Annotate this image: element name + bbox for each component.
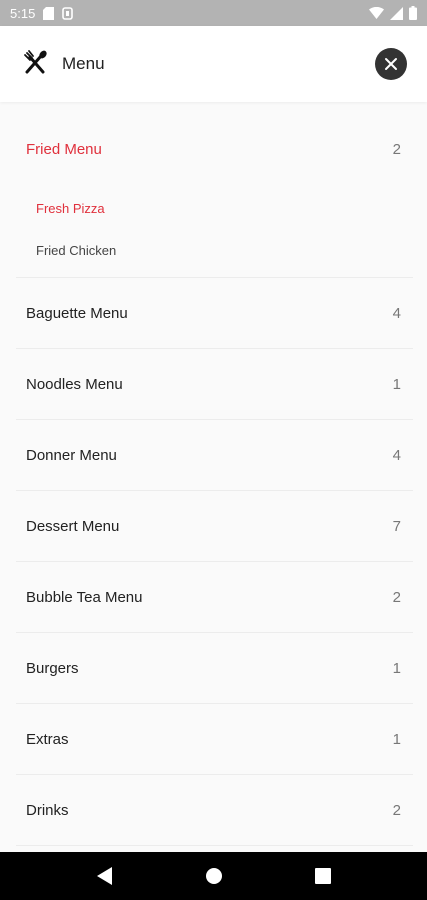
recents-icon (314, 868, 331, 884)
category-label: Extras (26, 730, 69, 748)
page-title: Menu (62, 54, 105, 73)
category-count: 2 (392, 141, 401, 158)
category-count: 4 (392, 304, 401, 322)
category-count: 2 (392, 588, 401, 606)
category-count: 4 (392, 446, 401, 464)
subcategory-fresh-pizza[interactable]: Fresh Pizza (16, 187, 413, 229)
subcategory-fried-chicken[interactable]: Fried Chicken (16, 229, 413, 271)
system-nav-bar (0, 852, 427, 900)
category-label: Baguette Menu (26, 304, 128, 322)
category-fried-menu: Fried Menu 2 Fresh Pizza Fried Chicken (16, 112, 413, 278)
notification-icon (62, 6, 74, 20)
category-label: Burgers (26, 659, 79, 677)
home-icon (205, 868, 222, 884)
category-donner-menu[interactable]: Donner Menu 4 (16, 420, 413, 491)
home-button[interactable] (194, 856, 234, 896)
battery-icon (409, 6, 417, 20)
category-count: 1 (392, 375, 401, 393)
category-header-fried-menu[interactable]: Fried Menu 2 (16, 112, 413, 187)
recents-button[interactable] (303, 856, 343, 896)
category-count: 2 (392, 801, 401, 819)
category-drinks[interactable]: Drinks 2 (16, 775, 413, 846)
close-button[interactable] (375, 48, 407, 80)
status-bar: 5:15 (0, 0, 427, 26)
category-label: Fried Menu (26, 141, 102, 158)
category-noodles-menu[interactable]: Noodles Menu 1 (16, 349, 413, 420)
wifi-icon (369, 7, 384, 19)
category-label: Noodles Menu (26, 375, 123, 393)
category-count: 1 (392, 730, 401, 748)
category-count: 1 (392, 659, 401, 677)
fork-spoon-icon (22, 49, 48, 80)
back-button[interactable] (85, 856, 125, 896)
close-icon (385, 58, 397, 70)
signal-icon (390, 6, 403, 20)
menu-header: Menu (0, 26, 427, 102)
category-burgers[interactable]: Burgers 1 (16, 633, 413, 704)
category-label: Dessert Menu (26, 517, 120, 535)
category-label: Drinks (26, 801, 69, 819)
category-extras[interactable]: Extras 1 (16, 704, 413, 775)
category-baguette-menu[interactable]: Baguette Menu 4 (16, 278, 413, 349)
category-dessert-menu[interactable]: Dessert Menu 7 (16, 491, 413, 562)
back-icon (96, 867, 112, 885)
status-time: 5:15 (10, 5, 36, 21)
category-count: 7 (392, 517, 401, 535)
category-bubble-tea-menu[interactable]: Bubble Tea Menu 2 (16, 562, 413, 633)
category-label: Bubble Tea Menu (26, 588, 143, 606)
sd-card-icon (43, 6, 55, 20)
category-label: Donner Menu (26, 446, 117, 464)
category-list: Fried Menu 2 Fresh Pizza Fried Chicken B… (16, 112, 413, 846)
